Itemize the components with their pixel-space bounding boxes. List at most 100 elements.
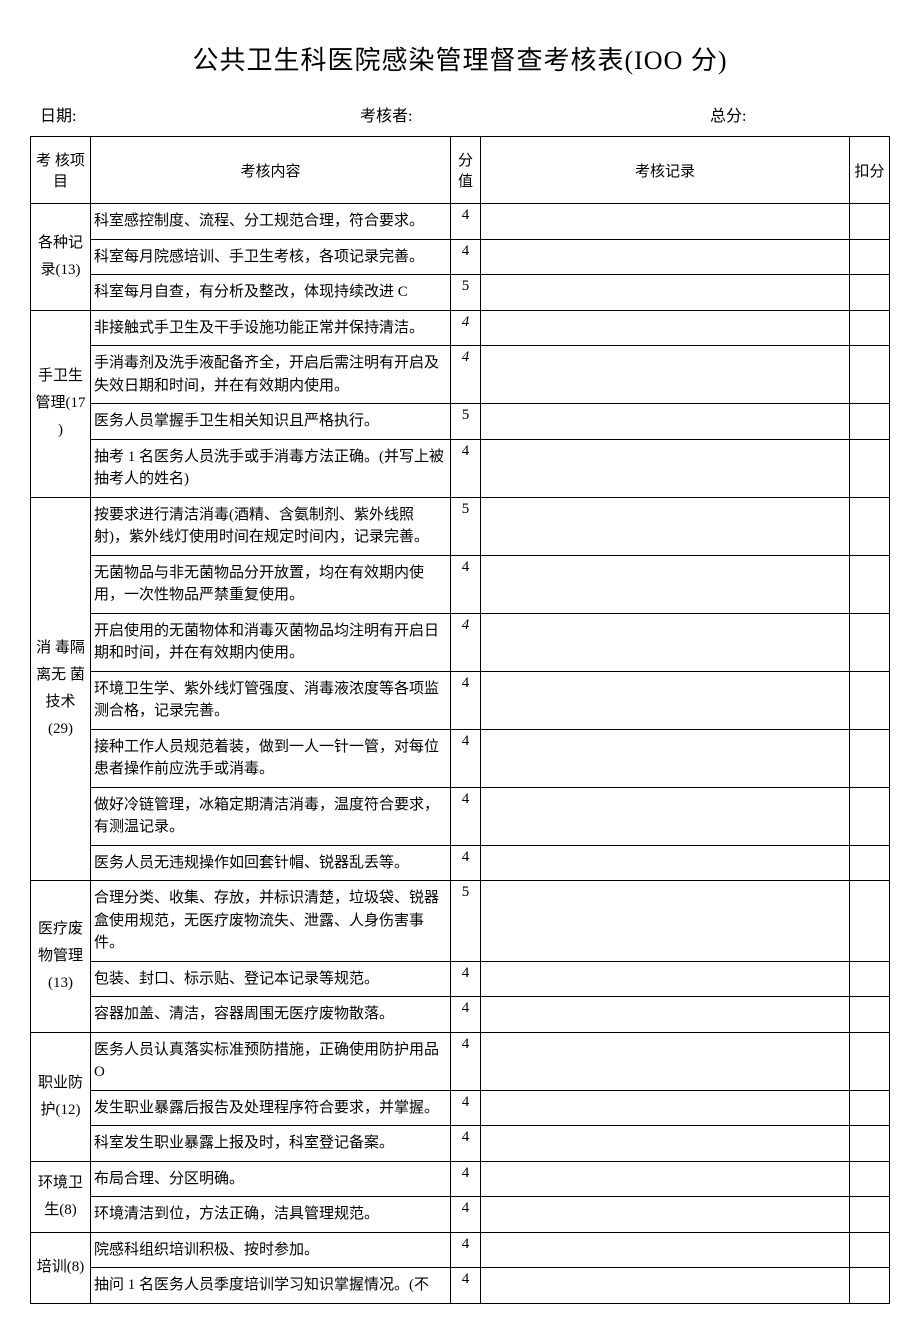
deduct-cell[interactable]	[850, 997, 890, 1033]
content-cell: 科室感控制度、流程、分工规范合理，符合要求。	[91, 204, 451, 240]
deduct-cell[interactable]	[850, 204, 890, 240]
record-cell[interactable]	[481, 555, 850, 613]
record-cell[interactable]	[481, 275, 850, 311]
score-cell: 4	[451, 1268, 481, 1304]
content-cell: 科室发生职业暴露上报及时，科室登记备案。	[91, 1126, 451, 1162]
category-cell: 职业防护(12)	[31, 1032, 91, 1161]
record-cell[interactable]	[481, 1032, 850, 1090]
score-cell: 4	[451, 729, 481, 787]
table-row: 职业防护(12) 医务人员认真落实标准预防措施，正确使用防护用品 O 4	[31, 1032, 890, 1090]
score-cell: 5	[451, 275, 481, 311]
deduct-cell[interactable]	[850, 613, 890, 671]
table-row: 培训(8) 院感科组织培训积极、按时参加。 4	[31, 1232, 890, 1268]
score-cell: 4	[451, 310, 481, 346]
score-cell: 5	[451, 404, 481, 440]
record-cell[interactable]	[481, 1268, 850, 1304]
deduct-cell[interactable]	[850, 1268, 890, 1304]
deduct-cell[interactable]	[850, 671, 890, 729]
total-label: 总分:	[710, 102, 880, 126]
deduct-cell[interactable]	[850, 239, 890, 275]
deduct-cell[interactable]	[850, 1232, 890, 1268]
deduct-cell[interactable]	[850, 346, 890, 404]
header-category: 考 核项目	[31, 137, 91, 204]
record-cell[interactable]	[481, 204, 850, 240]
header-record: 考核记录	[481, 137, 850, 204]
table-row: 科室每月院感培训、手卫生考核，各项记录完善。 4	[31, 239, 890, 275]
record-cell[interactable]	[481, 1197, 850, 1233]
date-label: 日期:	[40, 102, 360, 126]
header-content: 考核内容	[91, 137, 451, 204]
table-row: 做好冷链管理，冰箱定期清洁消毒，温度符合要求，有测温记录。 4	[31, 787, 890, 845]
table-header-row: 考 核项目 考核内容 分值 考核记录 扣分	[31, 137, 890, 204]
meta-row: 日期: 考核者: 总分:	[30, 102, 890, 126]
score-cell: 4	[451, 845, 481, 881]
record-cell[interactable]	[481, 310, 850, 346]
deduct-cell[interactable]	[850, 787, 890, 845]
assessment-table: 考 核项目 考核内容 分值 考核记录 扣分 各种记录(13) 科室感控制度、流程…	[30, 136, 890, 1304]
score-cell: 5	[451, 497, 481, 555]
content-cell: 环境清洁到位，方法正确，洁具管理规范。	[91, 1197, 451, 1233]
assessor-label: 考核者:	[360, 102, 710, 126]
score-cell: 4	[451, 1161, 481, 1197]
deduct-cell[interactable]	[850, 1090, 890, 1126]
category-cell: 医疗废物管理(13)	[31, 881, 91, 1033]
record-cell[interactable]	[481, 671, 850, 729]
score-cell: 4	[451, 961, 481, 997]
deduct-cell[interactable]	[850, 404, 890, 440]
table-row: 科室每月自查，有分析及整改，体现持续改进 C 5	[31, 275, 890, 311]
record-cell[interactable]	[481, 961, 850, 997]
score-cell: 4	[451, 1126, 481, 1162]
deduct-cell[interactable]	[850, 439, 890, 497]
record-cell[interactable]	[481, 787, 850, 845]
deduct-cell[interactable]	[850, 1197, 890, 1233]
score-cell: 4	[451, 1090, 481, 1126]
content-cell: 院感科组织培训积极、按时参加。	[91, 1232, 451, 1268]
content-cell: 科室每月自查，有分析及整改，体现持续改进 C	[91, 275, 451, 311]
content-cell: 环境卫生学、紫外线灯管强度、消毒液浓度等各项监测合格，记录完善。	[91, 671, 451, 729]
deduct-cell[interactable]	[850, 275, 890, 311]
content-cell: 无菌物品与非无菌物品分开放置，均在有效期内使用，一次性物品严禁重复使用。	[91, 555, 451, 613]
record-cell[interactable]	[481, 497, 850, 555]
deduct-cell[interactable]	[850, 881, 890, 962]
deduct-cell[interactable]	[850, 729, 890, 787]
record-cell[interactable]	[481, 881, 850, 962]
score-cell: 4	[451, 346, 481, 404]
record-cell[interactable]	[481, 1090, 850, 1126]
content-cell: 医务人员掌握手卫生相关知识且严格执行。	[91, 404, 451, 440]
content-cell: 非接触式手卫生及干手设施功能正常并保持清洁。	[91, 310, 451, 346]
score-cell: 4	[451, 997, 481, 1033]
content-cell: 科室每月院感培训、手卫生考核，各项记录完善。	[91, 239, 451, 275]
deduct-cell[interactable]	[850, 1161, 890, 1197]
content-cell: 医务人员无违规操作如回套针帽、锐器乱丢等。	[91, 845, 451, 881]
record-cell[interactable]	[481, 1232, 850, 1268]
deduct-cell[interactable]	[850, 310, 890, 346]
record-cell[interactable]	[481, 404, 850, 440]
deduct-cell[interactable]	[850, 497, 890, 555]
page-title: 公共卫生科医院感染管理督查考核表(IOO 分)	[30, 40, 890, 77]
table-row: 手卫生管理(17 ) 非接触式手卫生及干手设施功能正常并保持清洁。 4	[31, 310, 890, 346]
deduct-cell[interactable]	[850, 845, 890, 881]
score-cell: 5	[451, 881, 481, 962]
deduct-cell[interactable]	[850, 961, 890, 997]
record-cell[interactable]	[481, 346, 850, 404]
record-cell[interactable]	[481, 1161, 850, 1197]
deduct-cell[interactable]	[850, 1126, 890, 1162]
table-row: 各种记录(13) 科室感控制度、流程、分工规范合理，符合要求。 4	[31, 204, 890, 240]
record-cell[interactable]	[481, 1126, 850, 1162]
deduct-cell[interactable]	[850, 555, 890, 613]
record-cell[interactable]	[481, 239, 850, 275]
record-cell[interactable]	[481, 613, 850, 671]
table-row: 发生职业暴露后报告及处理程序符合要求，并掌握。 4	[31, 1090, 890, 1126]
score-cell: 4	[451, 1197, 481, 1233]
record-cell[interactable]	[481, 997, 850, 1033]
deduct-cell[interactable]	[850, 1032, 890, 1090]
record-cell[interactable]	[481, 845, 850, 881]
table-row: 医疗废物管理(13) 合理分类、收集、存放，并标识清楚，垃圾袋、锐器盒使用规范，…	[31, 881, 890, 962]
header-deduct: 扣分	[850, 137, 890, 204]
table-row: 接种工作人员规范着装，做到一人一针一管，对每位患者操作前应洗手或消毒。 4	[31, 729, 890, 787]
content-cell: 开启使用的无菌物体和消毒灭菌物品均注明有开启日期和时间，并在有效期内使用。	[91, 613, 451, 671]
record-cell[interactable]	[481, 729, 850, 787]
record-cell[interactable]	[481, 439, 850, 497]
content-cell: 医务人员认真落实标准预防措施，正确使用防护用品 O	[91, 1032, 451, 1090]
score-cell: 4	[451, 787, 481, 845]
